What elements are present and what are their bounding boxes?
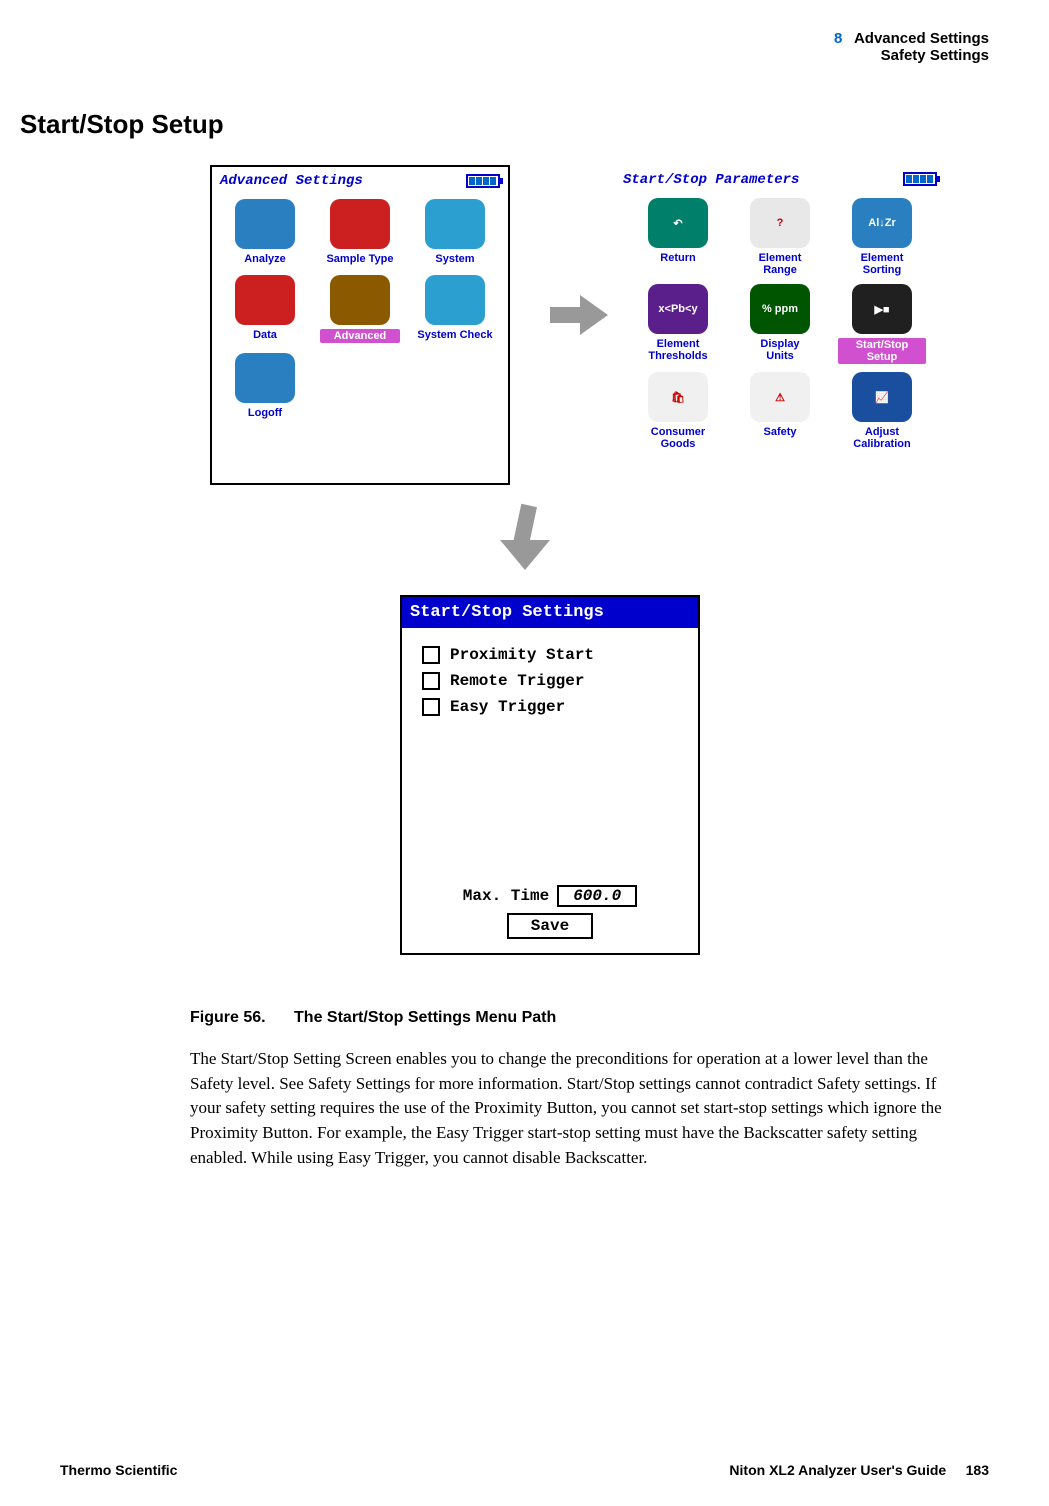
start-stop-setup-icon: ▶■ <box>852 284 912 334</box>
screen2-title: Start/Stop Parameters <box>623 172 799 188</box>
figure-title: The Start/Stop Settings Menu Path <box>294 1009 556 1026</box>
max-time-label: Max. Time <box>463 887 549 905</box>
param-item-adjust-calibration[interactable]: 📈 AdjustCalibration <box>838 372 926 450</box>
page-header: 8 Advanced Settings Safety Settings <box>60 30 989 64</box>
chapter-title: Advanced Settings <box>854 30 989 47</box>
menu-item-system-check[interactable]: System Check <box>415 275 495 343</box>
param-item-label: ElementThresholds <box>634 338 722 362</box>
param-item-label: ConsumerGoods <box>634 426 722 450</box>
menu-path-figure: Advanced Settings Analyze Sample Type Syst… <box>190 165 1049 995</box>
data-icon <box>235 275 295 325</box>
menu-item-logoff[interactable]: Logoff <box>225 353 305 419</box>
param-item-consumer-goods[interactable]: 🛍 ConsumerGoods <box>634 372 722 450</box>
page-footer: Thermo Scientific Niton XL2 Analyzer Use… <box>60 1462 989 1478</box>
menu-item-advanced[interactable]: Advanced <box>320 275 400 343</box>
checkbox[interactable] <box>422 672 440 690</box>
element-sorting-icon: Al↓Zr <box>852 198 912 248</box>
arrow-down-icon <box>500 505 550 575</box>
footer-guide: Niton XL2 Analyzer User's Guide <box>729 1462 946 1478</box>
advanced-settings-screen: Advanced Settings Analyze Sample Type Syst… <box>210 165 510 485</box>
param-item-display-units[interactable]: % ppm DisplayUnits <box>736 284 824 364</box>
menu-item-system[interactable]: System <box>415 199 495 265</box>
menu-item-sample-type[interactable]: Sample Type <box>320 199 400 265</box>
menu-item-label: System Check <box>415 329 495 341</box>
param-item-label: Return <box>634 252 722 264</box>
advanced-icon <box>330 275 390 325</box>
system-icon <box>425 199 485 249</box>
checkbox[interactable] <box>422 646 440 664</box>
param-item-start-stop-setup[interactable]: ▶■ Start/StopSetup <box>838 284 926 364</box>
menu-item-label: System <box>415 253 495 265</box>
menu-item-label: Logoff <box>225 407 305 419</box>
option-row-remote-trigger[interactable]: Remote Trigger <box>422 672 678 690</box>
option-label: Remote Trigger <box>450 672 584 690</box>
param-item-return[interactable]: ↶ Return <box>634 198 722 276</box>
system-check-icon <box>425 275 485 325</box>
param-item-element-range[interactable]: ? ElementRange <box>736 198 824 276</box>
footer-company: Thermo Scientific <box>60 1462 177 1478</box>
adjust-calibration-icon: 📈 <box>852 372 912 422</box>
section-heading: Start/Stop Setup <box>20 109 989 140</box>
battery-icon <box>466 174 500 188</box>
param-item-label: Start/StopSetup <box>838 338 926 364</box>
menu-item-label: Sample Type <box>320 253 400 265</box>
param-item-label: AdjustCalibration <box>838 426 926 450</box>
menu-item-label: Data <box>225 329 305 341</box>
option-row-easy-trigger[interactable]: Easy Trigger <box>422 698 678 716</box>
menu-item-analyze[interactable]: Analyze <box>225 199 305 265</box>
param-item-element-thresholds[interactable]: x<Pb<y ElementThresholds <box>634 284 722 364</box>
figure-number: Figure 56. <box>190 1009 266 1026</box>
footer-page-number: 183 <box>966 1462 989 1478</box>
checkbox[interactable] <box>422 698 440 716</box>
safety-icon: ⚠ <box>750 372 810 422</box>
logoff-icon <box>235 353 295 403</box>
param-item-label: Safety <box>736 426 824 438</box>
body-paragraph: The Start/Stop Setting Screen enables yo… <box>190 1047 970 1170</box>
element-thresholds-icon: x<Pb<y <box>648 284 708 334</box>
save-button[interactable]: Save <box>507 913 593 939</box>
menu-item-label: Advanced <box>320 329 400 343</box>
figure-caption: Figure 56. The Start/Stop Settings Menu … <box>190 1009 989 1027</box>
option-label: Proximity Start <box>450 646 594 664</box>
menu-item-label: Analyze <box>225 253 305 265</box>
option-label: Easy Trigger <box>450 698 565 716</box>
param-item-label: ElementSorting <box>838 252 926 276</box>
start-stop-parameters-screen: Start/Stop Parameters ↶ Return? ElementRan… <box>620 165 940 485</box>
chapter-number: 8 <box>834 30 842 47</box>
analyze-icon <box>235 199 295 249</box>
max-time-input[interactable]: 600.0 <box>557 885 637 907</box>
menu-item-data[interactable]: Data <box>225 275 305 343</box>
consumer-goods-icon: 🛍 <box>648 372 708 422</box>
display-units-icon: % ppm <box>750 284 810 334</box>
param-item-safety[interactable]: ⚠ Safety <box>736 372 824 450</box>
param-item-label: DisplayUnits <box>736 338 824 362</box>
screen3-title: Start/Stop Settings <box>402 597 698 628</box>
return-icon: ↶ <box>648 198 708 248</box>
option-row-proximity-start[interactable]: Proximity Start <box>422 646 678 664</box>
battery-icon <box>903 172 937 186</box>
sample-type-icon <box>330 199 390 249</box>
screen1-title: Advanced Settings <box>220 173 363 189</box>
element-range-icon: ? <box>750 198 810 248</box>
param-item-element-sorting[interactable]: Al↓Zr ElementSorting <box>838 198 926 276</box>
breadcrumb: Safety Settings <box>60 47 989 64</box>
start-stop-settings-screen: Start/Stop Settings Proximity Start Remot… <box>400 595 700 955</box>
param-item-label: ElementRange <box>736 252 824 276</box>
arrow-right-icon <box>550 295 610 335</box>
